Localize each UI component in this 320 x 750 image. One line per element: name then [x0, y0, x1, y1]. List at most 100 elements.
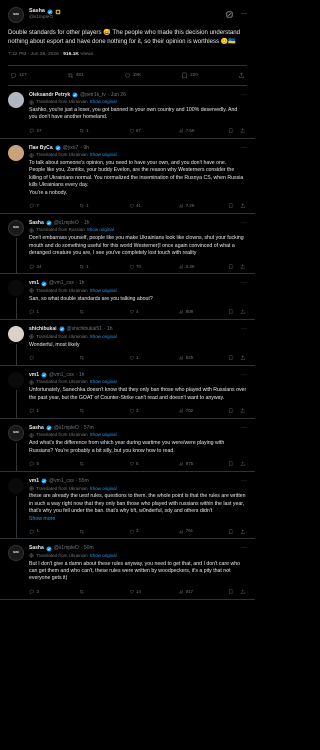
reply-timestamp[interactable]: · Jun 26: [108, 92, 126, 99]
more-options-icon[interactable]: ···: [241, 11, 247, 19]
share-icon[interactable]: [240, 589, 246, 595]
avatar[interactable]: [8, 144, 24, 161]
author-handle[interactable]: @petr1k_tv: [80, 92, 106, 99]
show-more-link[interactable]: Show more: [29, 516, 247, 523]
share-button[interactable]: [238, 72, 245, 79]
repost-button[interactable]: 1: [79, 203, 99, 209]
views-button[interactable]: 702: [178, 408, 198, 414]
more-options-icon[interactable]: ···: [241, 326, 247, 333]
reply-timestamp[interactable]: · 57m: [81, 425, 94, 432]
share-icon[interactable]: [240, 264, 246, 270]
avatar[interactable]: NAVI: [8, 219, 24, 236]
reply-tweet[interactable]: NAVI Sasha @s1mpleO · 1h ··· Translated …: [0, 214, 255, 275]
reply-button[interactable]: 1: [29, 528, 49, 534]
show-original-link[interactable]: Show original: [90, 288, 117, 294]
author-handle[interactable]: @s1mpleO: [54, 220, 79, 227]
bookmark-icon[interactable]: [228, 461, 234, 467]
author-handle[interactable]: @s1mpleO: [54, 425, 79, 432]
avatar[interactable]: NAVI: [8, 7, 24, 23]
reply-tweet[interactable]: vm1 @vm1_css · 55m ··· Translated from U…: [0, 472, 255, 540]
reply-button[interactable]: 1: [29, 309, 49, 315]
views-button[interactable]: 975: [178, 461, 198, 467]
author-name[interactable]: shichibukai: [29, 326, 57, 333]
bookmark-icon[interactable]: [228, 589, 234, 595]
share-icon[interactable]: [240, 355, 246, 361]
reply-button[interactable]: 5: [29, 461, 49, 467]
repost-button[interactable]: 481: [67, 72, 84, 79]
repost-button[interactable]: [79, 461, 99, 467]
bookmark-icon[interactable]: [228, 309, 234, 315]
repost-button[interactable]: [79, 589, 99, 595]
repost-button[interactable]: 1: [79, 264, 99, 270]
reply-tweet[interactable]: Oleksandr Petryk @petr1k_tv · Jun 26 ···…: [0, 86, 255, 139]
repost-button[interactable]: [79, 309, 99, 315]
bookmark-icon[interactable]: [228, 128, 234, 134]
show-original-link[interactable]: Show original: [90, 379, 117, 385]
author-name[interactable]: Пан ВуСа: [29, 145, 53, 152]
author-name[interactable]: Sasha: [29, 220, 44, 227]
more-options-icon[interactable]: ···: [241, 478, 247, 485]
share-icon[interactable]: [240, 309, 246, 315]
avatar[interactable]: NAVI: [8, 545, 24, 562]
author-handle[interactable]: @vm1_css: [49, 372, 74, 379]
reply-timestamp[interactable]: · 1h: [76, 280, 85, 287]
tweet-timestamp[interactable]: 7:42 PM · Jun 26, 2026 ·: [8, 52, 63, 57]
reply-button[interactable]: 127: [10, 72, 27, 79]
reply-tweet[interactable]: NAVI Sasha @s1mpleO · 50m ··· Translated…: [0, 539, 255, 600]
reply-tweet[interactable]: Пан ВуСа @yxo7 · 9h ··· Translated from …: [0, 139, 255, 214]
author-handle[interactable]: @s1mpleO: [29, 15, 61, 21]
bookmark-button[interactable]: 220: [181, 72, 198, 79]
bookmark-icon[interactable]: [228, 203, 234, 209]
reply-timestamp[interactable]: · 50m: [81, 545, 94, 552]
more-options-icon[interactable]: ···: [241, 220, 247, 227]
share-icon[interactable]: [240, 128, 246, 134]
show-original-link[interactable]: Show original: [90, 486, 117, 492]
show-original-link[interactable]: Show original: [90, 152, 117, 158]
reply-button[interactable]: 1: [29, 408, 49, 414]
author-name[interactable]: vm1: [29, 280, 39, 287]
views-button[interactable]: 2.3K: [178, 264, 198, 270]
reply-timestamp[interactable]: · 55m: [76, 478, 89, 485]
like-button[interactable]: 15K: [124, 72, 141, 79]
views-button[interactable]: 7.2K: [178, 203, 198, 209]
reply-tweet[interactable]: vm1 @vm1_css · 1h ··· Translated from Uk…: [0, 274, 255, 321]
show-original-link[interactable]: Show original: [90, 432, 117, 438]
reply-button[interactable]: 34: [29, 264, 49, 270]
repost-button[interactable]: [79, 529, 99, 535]
reply-button[interactable]: 3: [29, 589, 49, 595]
reply-timestamp[interactable]: · 1h: [76, 372, 85, 379]
author-handle[interactable]: @shichibukai51: [67, 326, 102, 333]
more-options-icon[interactable]: ···: [241, 425, 247, 432]
reply-timestamp[interactable]: · 9h: [80, 145, 89, 152]
more-options-icon[interactable]: ···: [241, 372, 247, 379]
views-button[interactable]: 525: [178, 355, 198, 361]
bookmark-icon[interactable]: [228, 355, 234, 361]
reply-button[interactable]: 7: [29, 203, 49, 209]
author-handle[interactable]: @vm1_css: [49, 280, 74, 287]
share-icon[interactable]: [240, 528, 246, 535]
author-handle[interactable]: @yxo7: [63, 145, 79, 152]
repost-button[interactable]: [79, 355, 99, 361]
reply-tweet[interactable]: NAVI Sasha @s1mpleO · 57m ··· Translated…: [0, 419, 255, 473]
show-original-link[interactable]: Show original: [87, 227, 114, 233]
reply-timestamp[interactable]: · 1h: [81, 220, 90, 227]
like-button[interactable]: 41: [129, 203, 149, 209]
like-button[interactable]: 67: [129, 128, 149, 134]
author-name[interactable]: Oleksandr Petryk: [29, 92, 70, 99]
author-name[interactable]: vm1: [29, 372, 39, 379]
share-icon[interactable]: [240, 461, 246, 467]
author-handle[interactable]: @vm1_css: [49, 478, 74, 485]
bookmark-icon[interactable]: [228, 408, 234, 414]
show-original-link[interactable]: Show original: [90, 334, 117, 340]
author-name[interactable]: Sasha: [29, 545, 44, 552]
bookmark-icon[interactable]: [228, 529, 234, 535]
like-button[interactable]: 4: [129, 309, 149, 315]
more-options-icon[interactable]: ···: [241, 545, 247, 552]
author-name[interactable]: vm1: [29, 478, 39, 485]
like-button[interactable]: 1: [129, 355, 149, 361]
views-button[interactable]: 761: [178, 528, 198, 534]
avatar[interactable]: [8, 91, 24, 108]
reply-tweet[interactable]: vm1 @vm1_css · 1h ··· Translated from Uk…: [0, 366, 255, 419]
repost-button[interactable]: 1: [79, 128, 99, 134]
like-button[interactable]: 3: [129, 528, 149, 534]
